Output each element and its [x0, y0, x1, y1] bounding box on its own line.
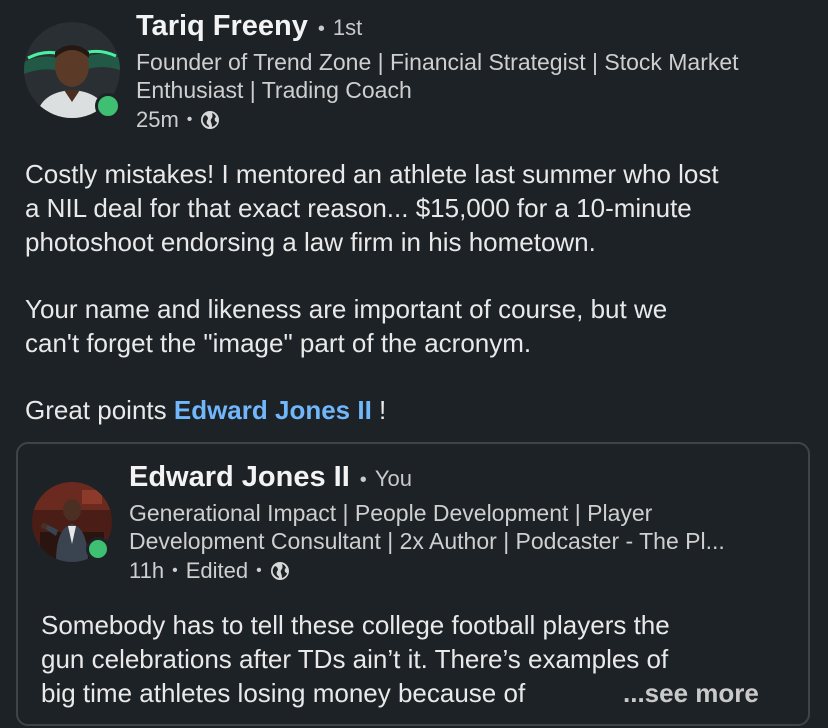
headline-line: Founder of Trend Zone | Financial Strate… [136, 49, 739, 75]
post-meta: 25m • [136, 107, 220, 133]
quoted-post-meta: 11h • Edited • [129, 558, 290, 584]
quoted-post-card[interactable]: Edward Jones II • You Generational Impac… [16, 442, 810, 726]
separator-dot: • [172, 562, 178, 579]
mention-suffix: ! [371, 395, 387, 425]
globe-icon [201, 111, 220, 129]
headline-line: Enthusiast | Trading Coach [136, 77, 412, 104]
author-line: Tariq Freeny • 1st [136, 10, 362, 43]
connection-degree: 1st [332, 15, 363, 40]
quoted-author-avatar[interactable] [32, 482, 112, 562]
edited-label: Edited [185, 558, 249, 583]
quoted-post-time: 11h [129, 558, 165, 583]
headline-line: Development Consultant | 2x Author | Pod… [129, 528, 725, 555]
author-avatar[interactable] [24, 22, 121, 119]
body-line: big time athletes losing money because o… [41, 678, 526, 708]
mention-prefix: Great points [25, 395, 174, 425]
separator-dot: • [256, 562, 262, 579]
mention-line: Great points Edward Jones II ! [25, 394, 815, 428]
body-line: Somebody has to tell these college footb… [41, 610, 670, 640]
relation-label: You [374, 466, 412, 491]
body-line: photoshoot endorsing a law firm in his h… [25, 227, 596, 257]
body-line: Costly mistakes! I mentored an athlete l… [25, 159, 719, 189]
quoted-author-line: Edward Jones II • You [129, 461, 412, 494]
quoted-author-name[interactable]: Edward Jones II [129, 461, 350, 494]
online-status-indicator [86, 537, 110, 561]
body-line: can't forget the "image" part of the acr… [25, 328, 532, 358]
author-name[interactable]: Tariq Freeny [136, 10, 308, 43]
post: Tariq Freeny • 1st Founder of Trend Zone… [0, 0, 828, 728]
mention-link[interactable]: Edward Jones II [174, 395, 372, 425]
quoted-post-body: Somebody has to tell these college footb… [41, 609, 801, 711]
separator-dot: • [186, 111, 193, 128]
body-line: a NIL deal for that exact reason... $15,… [25, 193, 692, 223]
post-time: 25m [136, 107, 179, 132]
post-body: Costly mistakes! I mentored an athlete l… [25, 158, 815, 428]
author-headline: Founder of Trend Zone | Financial Strate… [136, 48, 816, 104]
headline-line: Generational Impact | People Development… [129, 500, 653, 526]
online-status-indicator [95, 93, 121, 119]
globe-icon [270, 562, 289, 580]
separator-dot: • [359, 469, 367, 491]
body-line-last: big time athletes losing money because o… [41, 677, 801, 711]
quoted-author-headline: Generational Impact | People Development… [129, 499, 801, 555]
body-line: Your name and likeness are important of … [25, 294, 668, 324]
separator-dot: • [317, 18, 325, 40]
see-more-link[interactable]: ...see more [623, 677, 759, 711]
body-line: gun celebrations after TDs ain’t it. The… [41, 644, 669, 674]
